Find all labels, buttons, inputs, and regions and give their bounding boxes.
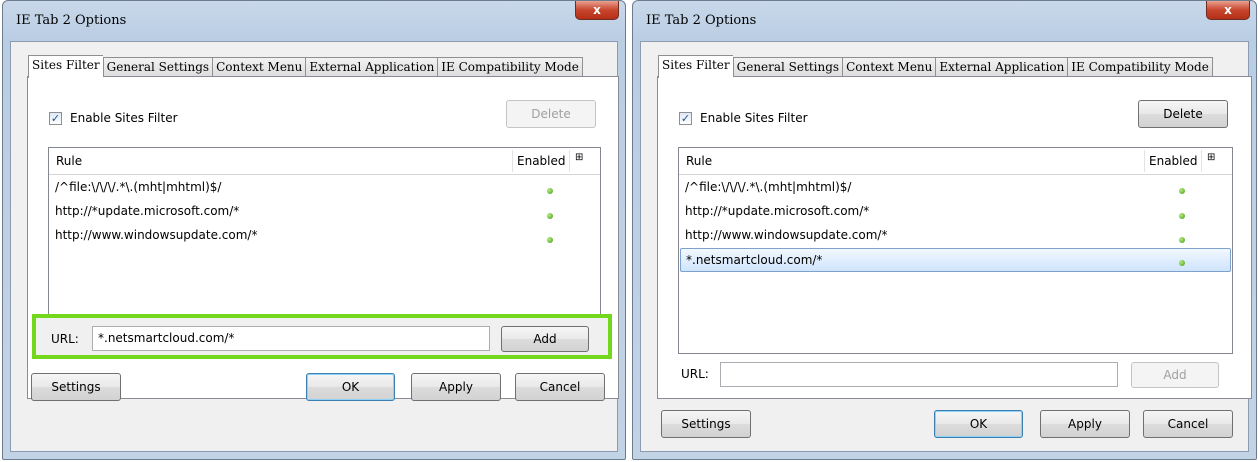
rule-text: /^file:\/\/\/.*\.(mht|mhtml)$/ <box>685 180 852 194</box>
column-rule[interactable]: Rule <box>56 154 82 168</box>
list-item-selected[interactable]: *.netsmartcloud.com/* <box>680 248 1231 272</box>
enabled-indicator-icon <box>547 188 553 194</box>
column-enabled[interactable]: Enabled <box>517 154 566 168</box>
list-item[interactable]: http://www.windowsupdate.com/* <box>50 224 599 248</box>
column-chooser-icon[interactable]: ⊞ <box>575 152 589 166</box>
list-item[interactable]: http://*update.microsoft.com/* <box>50 200 599 224</box>
dialog-title: IE Tab 2 Options <box>16 13 127 28</box>
url-input[interactable]: *.netsmartcloud.com/* <box>92 326 490 351</box>
enable-sites-filter-label: Enable Sites Filter <box>700 111 808 125</box>
tab-strip: Sites Filter General Settings Context Me… <box>28 55 583 78</box>
tab-context-menu[interactable]: Context Menu <box>212 57 306 77</box>
delete-button[interactable]: Delete <box>1138 100 1228 128</box>
apply-button[interactable]: Apply <box>1040 410 1130 438</box>
tab-general-settings[interactable]: General Settings <box>102 57 213 77</box>
enabled-indicator-icon <box>547 213 553 219</box>
add-button[interactable]: Add <box>501 326 589 352</box>
list-item[interactable]: http://*update.microsoft.com/* <box>680 200 1231 224</box>
tab-context-menu[interactable]: Context Menu <box>842 57 936 77</box>
enabled-indicator-icon <box>1179 188 1185 194</box>
tab-general-settings[interactable]: General Settings <box>732 57 843 77</box>
enable-sites-filter-checkbox[interactable]: ✓ <box>679 112 692 125</box>
rule-text: http://*update.microsoft.com/* <box>55 204 240 218</box>
settings-button[interactable]: Settings <box>661 410 751 438</box>
options-dialog-before: IE Tab 2 Options x Sites Filter General … <box>2 0 626 460</box>
column-separator[interactable] <box>512 150 513 172</box>
list-header: Rule Enabled ⊞ <box>49 148 600 175</box>
list-header: Rule Enabled ⊞ <box>679 148 1232 175</box>
settings-button[interactable]: Settings <box>31 373 121 401</box>
enable-sites-filter-checkbox[interactable]: ✓ <box>49 112 62 125</box>
ok-button[interactable]: OK <box>934 410 1023 438</box>
apply-button[interactable]: Apply <box>411 373 501 401</box>
sites-filter-panel: ✓ Enable Sites Filter Delete Rule Enable… <box>657 76 1252 399</box>
tab-ie-compatibility-mode[interactable]: IE Compatibility Mode <box>1067 57 1213 77</box>
rule-text: http://www.windowsupdate.com/* <box>685 228 888 242</box>
url-label: URL: <box>681 367 709 381</box>
list-item[interactable]: http://www.windowsupdate.com/* <box>680 224 1231 248</box>
url-input[interactable] <box>720 362 1118 387</box>
dialog-title: IE Tab 2 Options <box>646 13 757 28</box>
tab-sites-filter[interactable]: Sites Filter <box>658 55 733 78</box>
enabled-indicator-icon <box>547 237 553 243</box>
dialog-body: Sites Filter General Settings Context Me… <box>10 41 619 452</box>
close-button[interactable]: x <box>575 1 619 20</box>
enabled-indicator-icon <box>1179 237 1185 243</box>
title-bar[interactable]: IE Tab 2 Options x <box>3 1 625 41</box>
cancel-button[interactable]: Cancel <box>1143 410 1233 438</box>
rules-list: Rule Enabled ⊞ /^file:\/\/\/.*\.(mht|mht… <box>678 147 1233 354</box>
column-chooser-icon[interactable]: ⊞ <box>1207 152 1221 166</box>
column-separator[interactable] <box>569 150 570 172</box>
tab-sites-filter[interactable]: Sites Filter <box>28 55 103 78</box>
enabled-indicator-icon <box>1179 260 1185 266</box>
column-enabled[interactable]: Enabled <box>1149 154 1198 168</box>
enable-sites-filter-label: Enable Sites Filter <box>70 111 178 125</box>
rule-text: http://www.windowsupdate.com/* <box>55 228 258 242</box>
options-dialog-after: IE Tab 2 Options x Sites Filter General … <box>632 0 1257 460</box>
title-bar[interactable]: IE Tab 2 Options x <box>633 1 1256 41</box>
tab-external-application[interactable]: External Application <box>935 57 1068 77</box>
rule-text: /^file:\/\/\/.*\.(mht|mhtml)$/ <box>55 180 222 194</box>
add-button[interactable]: Add <box>1131 362 1219 388</box>
list-item[interactable]: /^file:\/\/\/.*\.(mht|mhtml)$/ <box>50 176 599 200</box>
rule-text: http://*update.microsoft.com/* <box>685 204 870 218</box>
url-label: URL: <box>51 332 79 346</box>
rule-text: *.netsmartcloud.com/* <box>686 253 823 267</box>
column-rule[interactable]: Rule <box>686 154 712 168</box>
column-separator[interactable] <box>1201 150 1202 172</box>
delete-button[interactable]: Delete <box>506 100 596 128</box>
ok-button[interactable]: OK <box>306 373 395 401</box>
close-button[interactable]: x <box>1206 1 1250 20</box>
column-separator[interactable] <box>1144 150 1145 172</box>
cancel-button[interactable]: Cancel <box>515 373 605 401</box>
tab-external-application[interactable]: External Application <box>305 57 438 77</box>
list-item[interactable]: /^file:\/\/\/.*\.(mht|mhtml)$/ <box>680 176 1231 200</box>
enabled-indicator-icon <box>1179 213 1185 219</box>
tab-strip: Sites Filter General Settings Context Me… <box>658 55 1213 78</box>
tab-ie-compatibility-mode[interactable]: IE Compatibility Mode <box>437 57 583 77</box>
dialog-body: Sites Filter General Settings Context Me… <box>640 41 1252 452</box>
